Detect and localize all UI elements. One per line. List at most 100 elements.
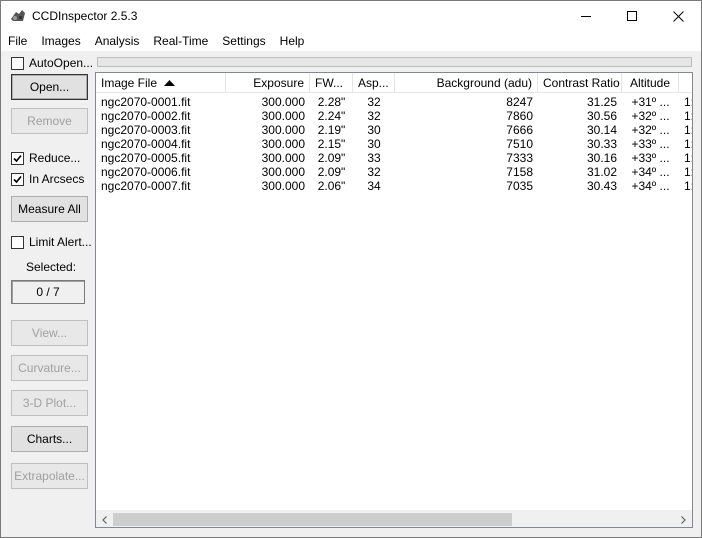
cell-image-file: ngc2070-0001.fit xyxy=(101,95,191,109)
scroll-right-button[interactable] xyxy=(675,511,692,527)
cell-aspect: 30 xyxy=(367,137,381,151)
remove-button[interactable]: Remove xyxy=(11,108,88,134)
table-row[interactable]: ngc2070-0007.fit 300.000 2.06" 34 7035 30.43 +… xyxy=(96,179,692,193)
selected-count: 0 / 7 xyxy=(11,280,85,304)
cell-altitude: +34º ... xyxy=(631,179,670,193)
cell-altitude: +32º ... xyxy=(631,109,670,123)
reduce-label: Reduce... xyxy=(29,151,81,165)
checkmark-icon xyxy=(13,154,22,162)
menu-file[interactable]: File xyxy=(1,31,34,51)
cell-fwhm: 2.09" xyxy=(317,165,346,179)
column-header-background[interactable]: Background (adu) xyxy=(395,73,538,93)
reduce-checkbox[interactable] xyxy=(11,151,24,165)
3d-plot-button[interactable]: 3-D Plot... xyxy=(11,390,88,416)
charts-button[interactable]: Charts... xyxy=(11,426,88,452)
cell-exposure: 300.000 xyxy=(261,109,305,123)
progress-bar xyxy=(97,57,692,67)
cell-extra: 1: xyxy=(684,95,692,109)
cell-extra: 1: xyxy=(684,109,692,123)
open-button[interactable]: Open... xyxy=(11,74,88,100)
app-logo-icon xyxy=(10,9,26,23)
arcsecs-checkbox[interactable] xyxy=(11,172,24,186)
cell-fwhm: 2.24" xyxy=(317,109,346,123)
chevron-left-icon xyxy=(102,515,107,524)
arcsecs-checkbox-row[interactable]: In Arcsecs xyxy=(11,172,84,186)
image-list[interactable]: Image File Exposure FW... Asp... Backgro… xyxy=(95,72,693,528)
title-bar: CCDInspector 2.5.3 xyxy=(1,1,701,31)
cell-image-file: ngc2070-0005.fit xyxy=(101,151,191,165)
menu-help[interactable]: Help xyxy=(273,31,312,51)
cell-altitude: +33º ... xyxy=(631,137,670,151)
scroll-thumb[interactable] xyxy=(113,513,512,526)
column-header-image-file[interactable]: Image File xyxy=(96,73,226,93)
limit-alert-checkbox[interactable] xyxy=(11,235,24,249)
cell-fwhm: 2.19" xyxy=(317,123,346,137)
cell-extra: 1: xyxy=(684,137,692,151)
reduce-checkbox-row[interactable]: Reduce... xyxy=(11,151,80,165)
cell-altitude: +33º ... xyxy=(631,151,670,165)
column-header-extra[interactable] xyxy=(679,73,692,93)
cell-extra: 1: xyxy=(684,165,692,179)
cell-background: 7333 xyxy=(506,151,533,165)
extrapolate-button[interactable]: Extrapolate... xyxy=(11,463,88,489)
table-row[interactable]: ngc2070-0002.fit 300.000 2.24" 32 7860 30.56 +… xyxy=(96,109,692,123)
autoopen-checkbox[interactable] xyxy=(11,56,24,70)
close-button[interactable] xyxy=(655,1,701,31)
cell-altitude: +34º ... xyxy=(631,165,670,179)
column-header-aspect[interactable]: Asp... xyxy=(353,73,395,93)
cell-exposure: 300.000 xyxy=(261,137,305,151)
menu-bar: File Images Analysis Real-Time Settings … xyxy=(1,31,701,51)
cell-fwhm: 2.15" xyxy=(317,137,346,151)
cell-contrast-ratio: 30.56 xyxy=(586,109,617,123)
scroll-left-button[interactable] xyxy=(96,511,113,527)
menu-analysis[interactable]: Analysis xyxy=(88,31,147,51)
window-title: CCDInspector 2.5.3 xyxy=(32,9,138,23)
horizontal-scrollbar[interactable] xyxy=(96,510,692,527)
list-header: Image File Exposure FW... Asp... Backgro… xyxy=(96,73,692,93)
view-button[interactable]: View... xyxy=(11,320,88,346)
autoopen-checkbox-row[interactable]: AutoOpen... xyxy=(11,56,93,70)
menu-images[interactable]: Images xyxy=(34,31,87,51)
cell-fwhm: 2.06" xyxy=(317,179,346,193)
column-header-contrast-ratio[interactable]: Contrast Ratio xyxy=(538,73,622,93)
limit-alert-label: Limit Alert... xyxy=(29,235,92,249)
minimize-icon xyxy=(581,16,591,17)
cell-fwhm: 2.28" xyxy=(317,95,346,109)
cell-contrast-ratio: 30.14 xyxy=(586,123,617,137)
column-header-label: Image File xyxy=(101,76,158,90)
cell-background: 7035 xyxy=(506,179,533,193)
cell-image-file: ngc2070-0007.fit xyxy=(101,179,191,193)
arcsecs-label: In Arcsecs xyxy=(29,172,85,186)
cell-aspect: 32 xyxy=(367,109,381,123)
table-row[interactable]: ngc2070-0001.fit 300.000 2.28" 32 8247 31.25 +… xyxy=(96,95,692,109)
menu-real-time[interactable]: Real-Time xyxy=(146,31,215,51)
cell-background: 7158 xyxy=(506,165,533,179)
cell-contrast-ratio: 31.02 xyxy=(586,165,617,179)
cell-contrast-ratio: 31.25 xyxy=(586,95,617,109)
menu-settings[interactable]: Settings xyxy=(215,31,272,51)
chevron-right-icon xyxy=(681,515,686,524)
column-header-exposure[interactable]: Exposure xyxy=(226,73,310,93)
selected-label: Selected: xyxy=(26,260,77,274)
table-row[interactable]: ngc2070-0005.fit 300.000 2.09" 33 7333 30.16 +… xyxy=(96,151,692,165)
cell-altitude: +32º ... xyxy=(631,123,670,137)
cell-aspect: 32 xyxy=(367,95,381,109)
column-header-altitude[interactable]: Altitude xyxy=(622,73,679,93)
checkmark-icon xyxy=(13,175,22,183)
table-row[interactable]: ngc2070-0003.fit 300.000 2.19" 30 7666 30.14 +… xyxy=(96,123,692,137)
limit-alert-checkbox-row[interactable]: Limit Alert... xyxy=(11,235,92,249)
table-row[interactable]: ngc2070-0004.fit 300.000 2.15" 30 7510 30.33 +… xyxy=(96,137,692,151)
curvature-button[interactable]: Curvature... xyxy=(11,355,88,381)
cell-exposure: 300.000 xyxy=(261,151,305,165)
measure-all-button[interactable]: Measure All xyxy=(11,196,88,222)
cell-exposure: 300.000 xyxy=(261,179,305,193)
maximize-icon xyxy=(627,11,637,21)
cell-background: 7666 xyxy=(506,123,533,137)
list-rows: ngc2070-0001.fit 300.000 2.28" 32 8247 31.25 +… xyxy=(96,95,692,193)
cell-background: 8247 xyxy=(506,95,533,109)
maximize-button[interactable] xyxy=(609,1,655,31)
minimize-button[interactable] xyxy=(563,1,609,31)
autoopen-label: AutoOpen... xyxy=(29,56,94,70)
column-header-fwhm[interactable]: FW... xyxy=(310,73,353,93)
table-row[interactable]: ngc2070-0006.fit 300.000 2.09" 32 7158 31.02 +… xyxy=(96,165,692,179)
